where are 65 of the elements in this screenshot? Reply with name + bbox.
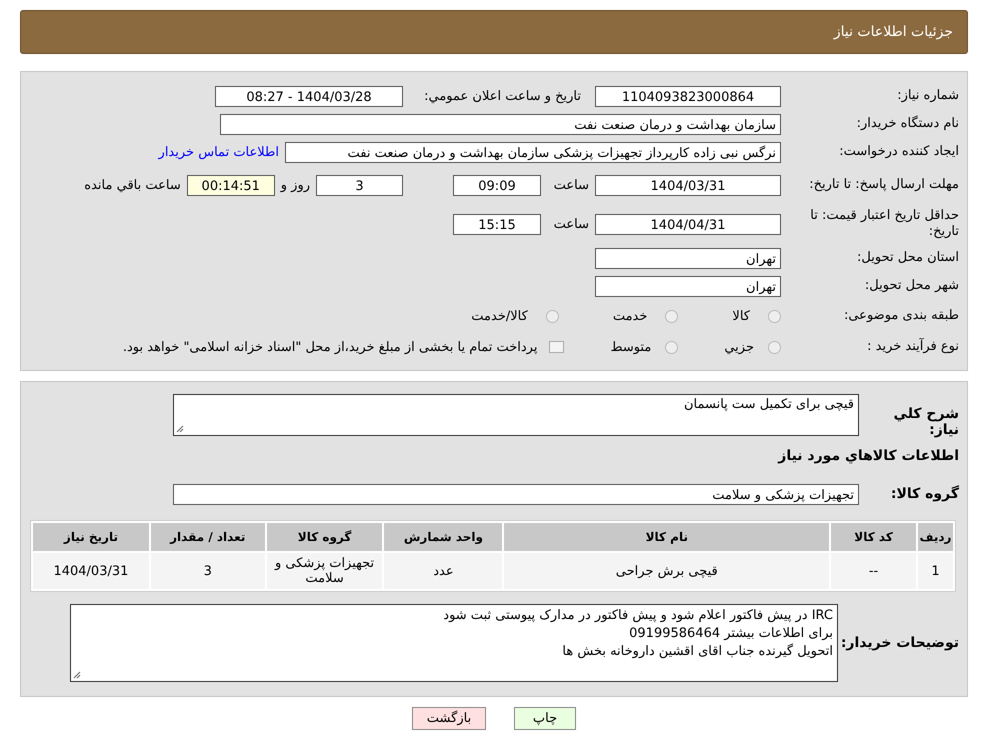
table-cell: -- xyxy=(831,553,916,589)
requester-field[interactable]: نرگس نبی زاده کارپرداز تجهیزات پزشکی سازمان بهداشت و درمان صنعت نفت xyxy=(285,142,781,162)
field-label: نوع فرآیند خرید : xyxy=(866,339,959,355)
need-number-field[interactable]: 1104093823000864 xyxy=(595,86,781,106)
field-label: ساعت xyxy=(552,178,589,192)
field-label: استان محل تحویل: xyxy=(856,250,959,266)
field-label: گروه کالا: xyxy=(890,486,959,502)
section-title: اطلاعات کالاهاي مورد نیاز xyxy=(778,448,959,464)
column-header: واحد شمارش xyxy=(384,523,502,551)
remaining-time-field[interactable]: 00:14:51 xyxy=(186,174,275,196)
option-label: متوسط xyxy=(610,340,652,354)
option-label: خدمت xyxy=(612,308,648,324)
option-label: کالا xyxy=(732,308,750,324)
deadline-date-field[interactable]: 1404/03/31 xyxy=(595,174,781,196)
goods-group-field[interactable]: تجهیزات پزشکی و سلامت xyxy=(173,484,859,504)
field-label: طبقه بندی موضوعی: xyxy=(842,308,959,324)
field-label: مهلت ارسال پاسخ: تا تاریخ: xyxy=(808,177,959,193)
table-cell: تجهیزات پزشکی و سلامت xyxy=(266,553,382,589)
buyer-notes-field[interactable]: IRC در پیش فاکتور اعلام شود و پیش فاکتور در مدارک پیوستی ثبت شود برای اطلاعات بیشتر 09199586464 اتحویل گیرنده جناب اقای اقشین داروخانه بخش ها xyxy=(70,604,838,682)
field-label: حداقل تاریخ اعتبار قیمت: تا تاریخ: xyxy=(809,208,959,240)
column-header: تاریخ نیاز xyxy=(33,523,149,551)
field-label: توضیحات خریدار: xyxy=(840,635,959,651)
validity-date-field[interactable]: 1404/04/31 xyxy=(595,214,781,234)
column-header: ردیف xyxy=(918,523,953,551)
page-title: جزئیات اطلاعات نیاز xyxy=(834,24,953,40)
print-button[interactable]: چاپ xyxy=(514,707,576,730)
field-label: تاریخ و ساعت اعلان عمومي: xyxy=(423,88,581,104)
province-field[interactable]: تهران xyxy=(595,248,781,268)
option-label: کالا/خدمت xyxy=(471,308,528,324)
table-cell: 3 xyxy=(150,553,265,589)
resize-grip-icon xyxy=(176,425,184,433)
validity-time-field[interactable]: 15:15 xyxy=(453,214,541,234)
field-label: شماره نیاز: xyxy=(896,88,959,104)
radio-button[interactable] xyxy=(546,310,559,322)
field-label: ایجاد کننده درخواست: xyxy=(838,144,959,160)
column-header: تعداد / مقدار xyxy=(150,523,265,551)
resize-grip-icon xyxy=(73,671,81,679)
radio-button[interactable] xyxy=(665,340,678,354)
column-header: کد کالا xyxy=(831,523,916,551)
table-cell: 1 xyxy=(918,553,953,589)
table-cell: قیچی برش جراحی xyxy=(504,553,830,589)
field-label: ساعت xyxy=(552,216,589,232)
radio-button[interactable] xyxy=(768,340,781,354)
buyer-org-field[interactable]: سازمان بهداشت و درمان صنعت نفت xyxy=(220,114,781,134)
field-label: ساعت باقي مانده xyxy=(84,178,181,192)
buyer-contact-link[interactable]: اطلاعات تماس خریدار xyxy=(158,144,279,160)
back-button[interactable]: بازگشت xyxy=(412,707,486,730)
city-field[interactable]: تهران xyxy=(595,276,781,296)
option-label: جزيي xyxy=(724,340,754,354)
column-header: نام کالا xyxy=(504,523,830,551)
field-label: روز و xyxy=(280,178,310,192)
field-label: شرح کلي نیاز: xyxy=(892,406,959,438)
column-header: گروه کالا xyxy=(266,523,382,551)
table-cell: 1404/03/31 xyxy=(33,553,149,589)
field-label: نام دستگاه خریدار: xyxy=(856,116,959,132)
deadline-time-field[interactable]: 09:09 xyxy=(453,174,541,196)
announce-date-field[interactable]: 1404/03/28 - 08:27 xyxy=(215,86,403,106)
description-field[interactable]: قیچی برای تکمیل ست پانسمان xyxy=(173,394,859,436)
checkbox[interactable] xyxy=(549,341,564,353)
radio-button[interactable] xyxy=(768,310,781,322)
days-field[interactable]: 3 xyxy=(316,174,403,196)
table-cell: عدد xyxy=(384,553,502,589)
radio-button[interactable] xyxy=(665,310,678,322)
field-label: شهر محل تحویل: xyxy=(864,278,959,294)
option-label: پرداخت تمام یا بخشی از مبلغ خرید،از محل "اسناد خزانه اسلامی" خواهد بود. xyxy=(122,340,538,354)
